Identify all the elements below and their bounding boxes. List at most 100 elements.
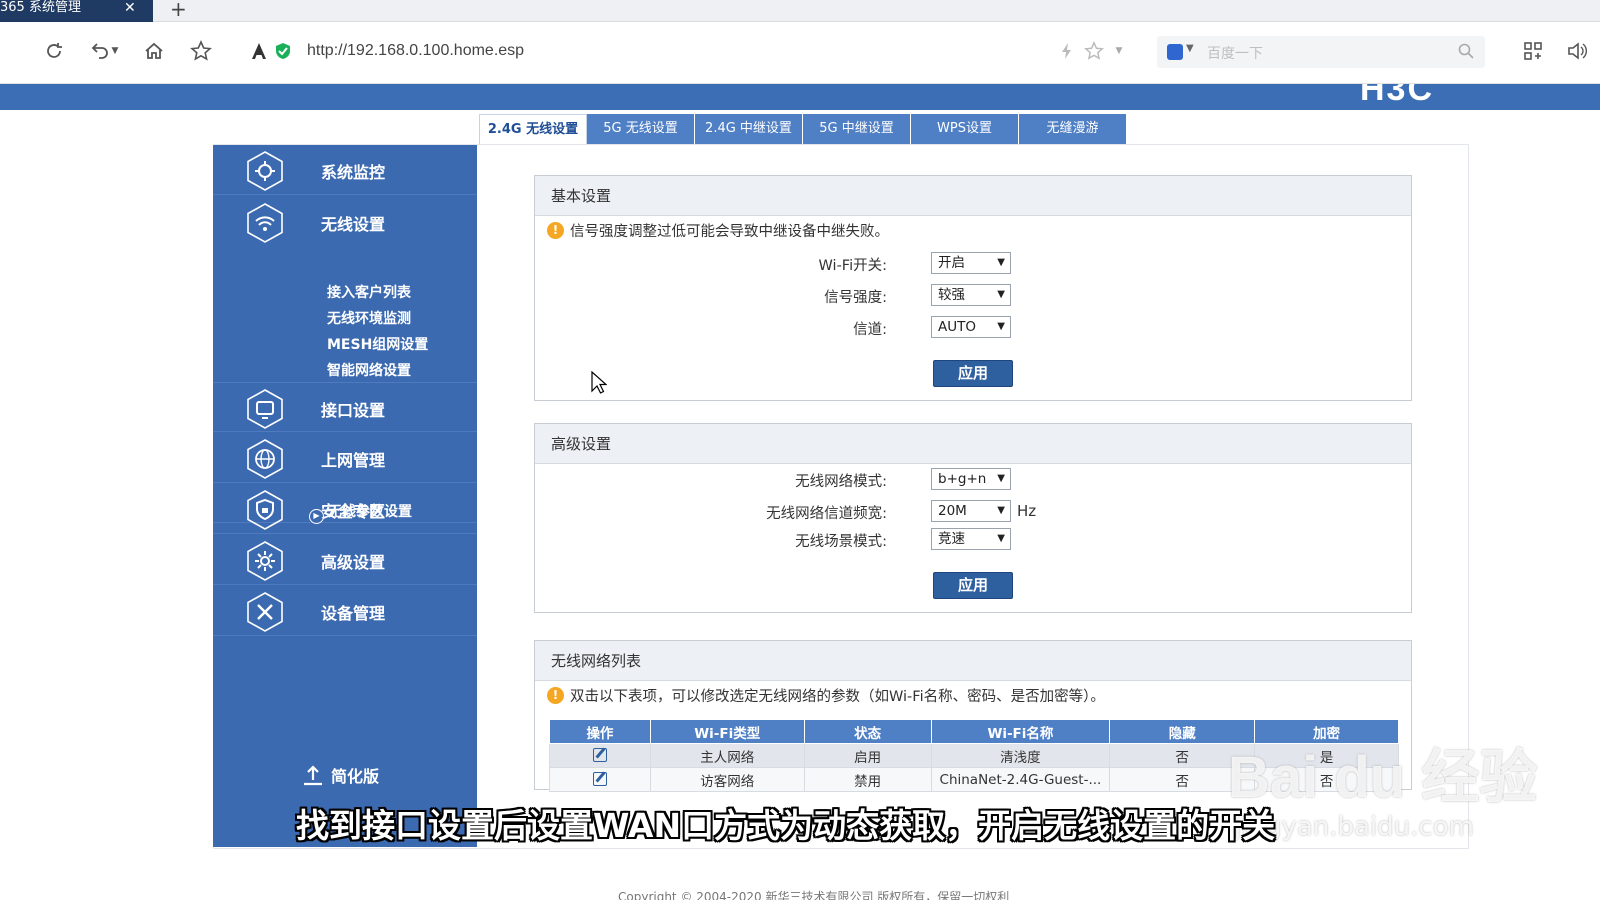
simple-version-icon	[304, 765, 322, 786]
tab-24g-wireless[interactable]: 2.4G 无线设置	[479, 114, 587, 144]
search-input[interactable]: 百度一下	[1207, 43, 1263, 63]
bookmark-star-icon[interactable]	[1081, 38, 1107, 64]
sidebar-item-label: 设备管理	[321, 604, 386, 623]
channel-label: 信道:	[853, 322, 887, 338]
sidebar-item-device[interactable]: 设备管理	[213, 586, 477, 636]
table-cell: 启用	[803, 743, 932, 768]
panel-title: 基本设置	[535, 176, 1411, 216]
table-cell: 访客网络	[649, 767, 805, 792]
h3c-logo: H3C	[1360, 84, 1435, 108]
basic-apply-button[interactable]: 应用	[933, 360, 1013, 387]
basic-settings-panel: 基本设置 ! 信号强度调整过低可能会导致中继设备中继失败。 Wi-Fi开关: 开…	[534, 175, 1412, 401]
channel-select[interactable]: AUTO ▼	[931, 316, 1011, 338]
wireless-mode-select[interactable]: b+g+n ▼	[931, 468, 1011, 490]
table-cell: ChinaNet-2.4G-Guest-...	[930, 767, 1111, 792]
advanced-apply-button[interactable]: 应用	[933, 572, 1013, 599]
tab-5g-wireless[interactable]: 5G 无线设置	[587, 114, 695, 144]
table-cell: 禁用	[803, 767, 932, 792]
wireless-mode-row: 无线网络模式: b+g+n ▼	[535, 468, 1413, 492]
tools-icon	[247, 592, 283, 632]
simple-version-link[interactable]: 简化版	[301, 763, 379, 787]
security-a-icon	[246, 38, 272, 64]
bandwidth-label: 无线网络信道频宽:	[766, 506, 887, 522]
browser-tab[interactable]: 365 系统管理 ✕	[0, 0, 153, 22]
signal-strength-label: 信号强度:	[824, 290, 887, 306]
wlan-tip: ! 双击以下表项，可以修改选定无线网络的参数（如Wi-Fi名称、密码、是否加密等…	[547, 685, 1105, 706]
warning-icon: !	[547, 687, 564, 704]
speaker-icon[interactable]	[1564, 38, 1590, 64]
sidebar-item-label: 系统监控	[321, 163, 386, 182]
submenu-mesh[interactable]: MESH组网设置	[327, 334, 428, 354]
wireless-mode-label: 无线网络模式:	[795, 474, 887, 490]
signal-strength-row: 信号强度: 较强 ▼	[535, 284, 1413, 308]
tab-5g-repeater[interactable]: 5G 中继设置	[803, 114, 911, 144]
advanced-settings-panel: 高级设置 无线网络模式: b+g+n ▼ 无线网络信道频宽: 20M ▼ Hz 无线…	[534, 423, 1412, 613]
engine-dropdown-icon[interactable]: ▼	[1186, 43, 1194, 54]
chevron-down-icon: ▼	[997, 289, 1005, 300]
edit-icon[interactable]	[592, 771, 607, 786]
globe-icon	[247, 439, 283, 479]
chevron-down-icon: ▼	[997, 473, 1005, 484]
home-icon[interactable]	[141, 38, 167, 64]
panel-title: 无线网络列表	[535, 641, 1411, 681]
wifi-switch-label: Wi-Fi开关:	[818, 258, 887, 274]
sidebar-item-interface[interactable]: 接口设置	[213, 382, 477, 432]
wifi-icon	[247, 203, 283, 243]
sidebar-item-advanced[interactable]: 高级设置	[213, 535, 477, 585]
copyright-footer: Copyright © 2004-2020 新华三技术有限公司 版权所有，保留一…	[618, 890, 1010, 900]
bandwidth-unit: Hz	[1017, 502, 1037, 520]
column-header: Wi-Fi名称	[930, 719, 1111, 744]
sidebar-item-system-monitor[interactable]: 系统监控	[213, 145, 477, 195]
column-header: 操作	[549, 719, 651, 744]
table-cell: 清浅度	[930, 743, 1111, 768]
panel-title: 高级设置	[535, 424, 1411, 464]
sidebar: 系统监控 无线设置 ▶ 无线参数设置 接入客户列表 无线环境监测 MESH组网设置…	[213, 145, 477, 847]
channel-row: 信道: AUTO ▼	[535, 316, 1413, 340]
shield-icon	[247, 490, 283, 530]
submenu-client-list[interactable]: 接入客户列表	[327, 282, 411, 302]
search-box[interactable]: ▼ 百度一下	[1157, 36, 1485, 68]
favorite-star-icon[interactable]	[188, 38, 214, 64]
wifi-switch-select[interactable]: 开启 ▼	[931, 252, 1011, 274]
edit-icon[interactable]	[592, 747, 607, 762]
tab-close-icon[interactable]: ✕	[124, 0, 136, 16]
dropdown-icon[interactable]: ▼	[1106, 38, 1132, 64]
tab-24g-repeater[interactable]: 2.4G 中继设置	[695, 114, 803, 144]
interface-icon	[247, 389, 283, 429]
tab-roaming[interactable]: 无缝漫游	[1019, 114, 1127, 144]
edit-cell[interactable]	[549, 743, 651, 768]
monitor-icon	[247, 151, 283, 191]
gear-icon	[247, 541, 283, 581]
chevron-down-icon: ▼	[997, 257, 1005, 268]
sidebar-item-label: 无线设置	[321, 215, 386, 234]
signal-strength-select[interactable]: 较强 ▼	[931, 284, 1011, 306]
bandwidth-row: 无线网络信道频宽: 20M ▼ Hz	[535, 500, 1413, 524]
column-header: Wi-Fi类型	[649, 719, 805, 744]
baidu-engine-icon[interactable]	[1167, 44, 1183, 60]
tab-wps[interactable]: WPS设置	[911, 114, 1019, 144]
browser-toolbar: ▼ http://192.168.0.100.home.esp ▼ ▼ 百度一下	[0, 22, 1600, 84]
chevron-down-icon: ▼	[997, 533, 1005, 544]
submenu-smart-network[interactable]: 智能网络设置	[327, 360, 411, 380]
chevron-down-icon: ▼	[997, 321, 1005, 332]
address-bar[interactable]: http://192.168.0.100.home.esp	[307, 42, 524, 60]
bandwidth-select[interactable]: 20M ▼	[931, 500, 1011, 522]
edit-cell[interactable]	[549, 767, 651, 792]
sidebar-item-internet[interactable]: 上网管理	[213, 433, 477, 483]
browser-tab-title: 365 系统管理	[0, 0, 81, 15]
warning-icon: !	[547, 222, 564, 239]
reload-icon[interactable]	[41, 38, 67, 64]
sidebar-item-security[interactable]: 安全专区	[213, 484, 477, 534]
browser-tab-bar: 365 系统管理 ✕ +	[0, 0, 1600, 22]
lightning-icon[interactable]	[1054, 38, 1080, 64]
sidebar-item-wireless[interactable]: 无线设置	[213, 197, 477, 247]
undo-dropdown-icon[interactable]: ▼	[108, 38, 122, 64]
sidebar-item-label: 高级设置	[321, 553, 386, 572]
wireless-tabs: 2.4G 无线设置 5G 无线设置 2.4G 中继设置 5G 中继设置 WPS设…	[479, 114, 1127, 144]
search-icon[interactable]	[1457, 42, 1475, 64]
scene-mode-label: 无线场景模式:	[795, 534, 887, 550]
new-tab-button[interactable]: +	[170, 0, 187, 21]
apps-grid-icon[interactable]	[1520, 38, 1546, 64]
submenu-env-monitor[interactable]: 无线环境监测	[327, 308, 411, 328]
scene-mode-select[interactable]: 竞速 ▼	[931, 528, 1011, 550]
